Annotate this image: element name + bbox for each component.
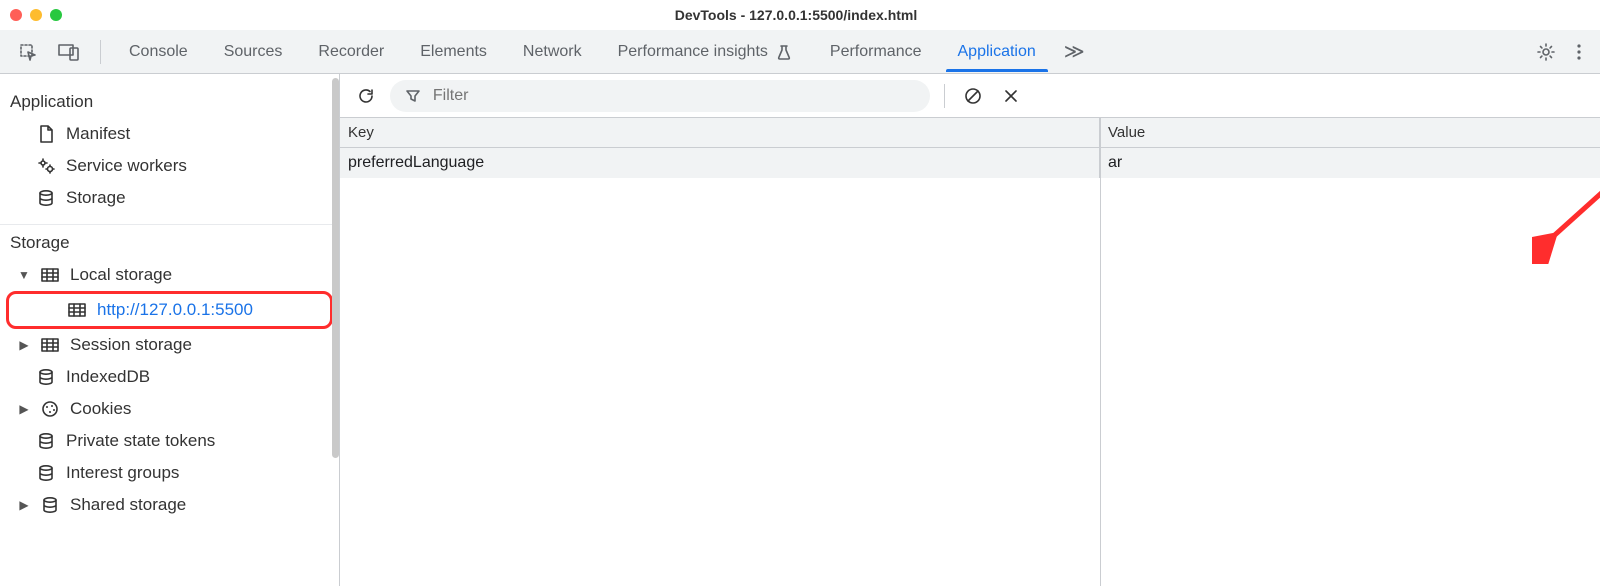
tab-performance-insights[interactable]: Performance insights: [600, 32, 812, 72]
traffic-lights: [10, 9, 62, 21]
separator: [944, 84, 945, 108]
refresh-icon[interactable]: [352, 82, 380, 110]
sidebar-item-label: Storage: [66, 188, 329, 208]
tab-sources[interactable]: Sources: [206, 33, 301, 71]
sidebar-item-shared-storage[interactable]: ▶ Shared storage: [0, 489, 339, 521]
device-toolbar-icon[interactable]: [48, 37, 90, 67]
sidebar-item-label: Cookies: [70, 399, 329, 419]
column-header-key[interactable]: Key: [340, 118, 1100, 147]
file-icon: [36, 124, 56, 144]
sidebar-item-label: http://127.0.0.1:5500: [97, 300, 320, 320]
window-title: DevTools - 127.0.0.1:5500/index.html: [62, 7, 1530, 23]
kebab-menu-icon[interactable]: [1566, 36, 1592, 68]
section-storage: Storage ▼ Local storage http://127.0.0.1…: [0, 225, 339, 531]
tab-performance[interactable]: Performance: [812, 33, 940, 71]
table-row[interactable]: preferredLanguage ar: [340, 148, 1600, 178]
cell-key: preferredLanguage: [340, 148, 1100, 178]
sidebar-item-indexeddb[interactable]: IndexedDB: [0, 361, 339, 393]
main-area: Application Manifest Service workers Sto…: [0, 74, 1600, 586]
more-tabs-chevron-icon[interactable]: ≫: [1054, 33, 1095, 70]
sidebar-item-label: IndexedDB: [66, 367, 329, 387]
table-icon: [67, 300, 87, 320]
application-sidebar: Application Manifest Service workers Sto…: [0, 74, 340, 586]
sidebar-item-cookies[interactable]: ▶ Cookies: [0, 393, 339, 425]
sidebar-item-label: Private state tokens: [66, 431, 329, 451]
tab-application[interactable]: Application: [940, 33, 1054, 71]
minimize-window-dot[interactable]: [30, 9, 42, 21]
chevron-right-icon: ▶: [18, 402, 30, 416]
section-application: Application Manifest Service workers Sto…: [0, 84, 339, 225]
filter-field[interactable]: [390, 80, 930, 112]
gears-icon: [36, 156, 56, 176]
sidebar-item-label: Manifest: [66, 124, 329, 144]
chevron-down-icon: ▼: [18, 268, 30, 282]
column-divider[interactable]: [1100, 118, 1101, 586]
sidebar-item-label: Interest groups: [66, 463, 329, 483]
clear-all-icon[interactable]: [959, 82, 987, 110]
window-titlebar: DevTools - 127.0.0.1:5500/index.html: [0, 0, 1600, 30]
separator: [100, 40, 101, 64]
tab-network[interactable]: Network: [505, 33, 600, 71]
inspect-element-icon[interactable]: [8, 36, 48, 68]
database-icon: [36, 463, 56, 483]
sidebar-item-local-storage-origin[interactable]: http://127.0.0.1:5500: [9, 294, 330, 326]
settings-gear-icon[interactable]: [1526, 36, 1566, 68]
table-header: Key Value: [340, 118, 1600, 148]
sidebar-item-label: Local storage: [70, 265, 329, 285]
tab-label: Console: [129, 43, 188, 61]
tab-elements[interactable]: Elements: [402, 33, 505, 71]
sidebar-item-private-state-tokens[interactable]: Private state tokens: [0, 425, 339, 457]
sidebar-item-local-storage[interactable]: ▼ Local storage: [0, 259, 339, 291]
tab-label: Performance: [830, 43, 922, 61]
database-icon: [40, 495, 60, 515]
tab-label: Application: [958, 43, 1036, 61]
storage-pane: Key Value preferredLanguage ar: [340, 74, 1600, 586]
filter-input[interactable]: [433, 87, 916, 105]
tab-label: Recorder: [318, 43, 384, 61]
tab-label: Network: [523, 43, 582, 61]
delete-selected-icon[interactable]: [997, 82, 1025, 110]
tab-label: Sources: [224, 43, 283, 61]
section-title-storage: Storage: [0, 227, 339, 259]
devtools-tabs: Console Sources Recorder Elements Networ…: [0, 30, 1600, 74]
database-icon: [36, 367, 56, 387]
sidebar-item-label: Shared storage: [70, 495, 329, 515]
sidebar-item-label: Service workers: [66, 156, 329, 176]
sidebar-item-service-workers[interactable]: Service workers: [0, 150, 339, 182]
sidebar-item-manifest[interactable]: Manifest: [0, 118, 339, 150]
chevron-right-icon: ▶: [18, 338, 30, 352]
tab-console[interactable]: Console: [111, 33, 206, 71]
sidebar-item-interest-groups[interactable]: Interest groups: [0, 457, 339, 489]
database-icon: [36, 431, 56, 451]
tab-recorder[interactable]: Recorder: [300, 33, 402, 71]
pane-toolbar: [340, 74, 1600, 118]
flask-icon: [774, 42, 794, 62]
annotation-arrow: [1532, 164, 1600, 264]
column-header-value[interactable]: Value: [1100, 118, 1600, 147]
table-icon: [40, 335, 60, 355]
tab-label: Performance insights: [618, 43, 768, 61]
table-icon: [40, 265, 60, 285]
annotation-highlight: http://127.0.0.1:5500: [6, 291, 333, 329]
section-title-application: Application: [0, 86, 339, 118]
cookie-icon: [40, 399, 60, 419]
sidebar-item-label: Session storage: [70, 335, 329, 355]
sidebar-item-session-storage[interactable]: ▶ Session storage: [0, 329, 339, 361]
filter-icon: [404, 86, 423, 106]
zoom-window-dot[interactable]: [50, 9, 62, 21]
chevron-right-icon: ▶: [18, 498, 30, 512]
tab-label: Elements: [420, 43, 487, 61]
close-window-dot[interactable]: [10, 9, 22, 21]
sidebar-item-storage[interactable]: Storage: [0, 182, 339, 214]
database-icon: [36, 188, 56, 208]
storage-table: Key Value preferredLanguage ar: [340, 118, 1600, 586]
cell-value: ar: [1100, 148, 1600, 178]
